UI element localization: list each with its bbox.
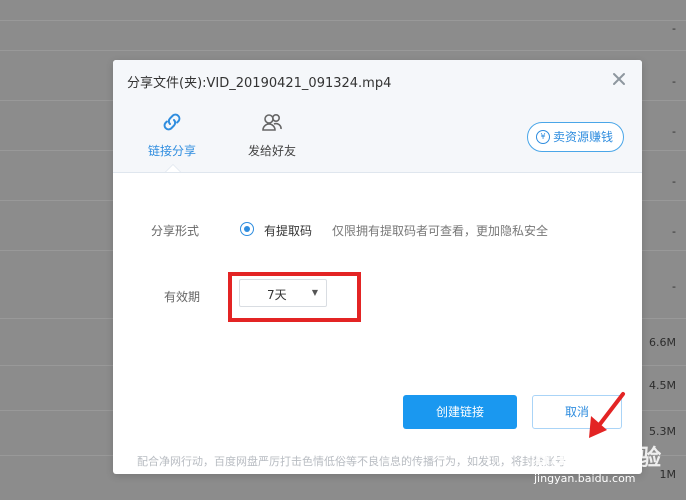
watermark-logo: Bai百度经验: [534, 446, 662, 471]
earn-money-button[interactable]: ¥ 卖资源赚钱: [526, 122, 624, 152]
tab-label: 链接分享: [147, 144, 196, 158]
tab-pointer-fill: [166, 165, 180, 172]
friends-icon: [262, 114, 282, 131]
link-icon: [163, 113, 181, 131]
file-size: -: [672, 280, 676, 293]
earn-money-label: 卖资源赚钱: [552, 130, 613, 144]
create-link-button[interactable]: 创建链接: [403, 395, 517, 429]
share-form-label: 分享形式: [151, 224, 200, 238]
dialog-title: 分享文件(夹):VID_20190421_091324.mp4: [127, 76, 392, 91]
dialog-header: 分享文件(夹):VID_20190421_091324.mp4 链接分享 发给好…: [113, 60, 642, 173]
watermark-url: jingyan.baidu.com: [534, 472, 636, 485]
red-arrow-annotation-icon: [589, 392, 625, 438]
extract-code-radio[interactable]: [240, 222, 254, 236]
extract-code-radio-label[interactable]: 有提取码: [264, 222, 312, 239]
file-size: -: [672, 125, 676, 138]
share-dialog: 分享文件(夹):VID_20190421_091324.mp4 链接分享 发给好…: [113, 60, 642, 474]
file-size: -: [672, 175, 676, 188]
extract-code-hint: 仅限拥有提取码者可查看，更加隐私安全: [332, 224, 549, 238]
divider: [0, 50, 686, 51]
file-size: -: [672, 75, 676, 88]
tab-link-share[interactable]: 链接分享: [137, 110, 207, 159]
close-button[interactable]: [610, 72, 628, 90]
file-size: 5.3M: [649, 425, 676, 438]
close-icon: [613, 73, 625, 85]
tab-label: 发给好友: [247, 144, 296, 158]
divider: [0, 20, 686, 21]
file-size: 6.6M: [649, 336, 676, 349]
validity-label: 有效期: [164, 290, 201, 304]
file-size: 4.5M: [649, 379, 676, 392]
file-size: -: [672, 22, 676, 35]
tab-send-friend[interactable]: 发给好友: [237, 110, 307, 159]
highlight-annotation-box: [228, 272, 361, 322]
yen-coin-icon: ¥: [535, 129, 550, 144]
file-size: 1M: [659, 468, 677, 481]
file-size: -: [672, 225, 676, 238]
